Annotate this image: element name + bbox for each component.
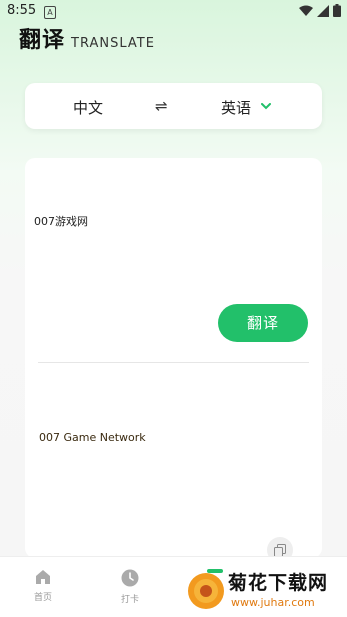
copy-icon [274,543,286,557]
status-bar: 8:55 A [0,0,347,24]
swap-languages-icon[interactable]: ⇌ [155,97,168,115]
home-icon [36,570,50,584]
status-icons [299,4,341,17]
app-header: 翻译 TRANSLATE [19,22,155,54]
source-language-button[interactable]: 中文 [73,97,103,118]
tab-checkin[interactable]: 打卡 [110,569,150,605]
source-text-input[interactable]: 007游戏网 [34,213,88,229]
tab-home[interactable]: 首页 [23,569,63,603]
page-title: 翻译 [19,28,66,53]
tab-checkin-label: 打卡 [120,595,139,605]
tab-home-label: 首页 [33,593,52,603]
translation-result: 007 Game Network [39,431,146,444]
signal-icon [317,4,329,17]
target-language-button[interactable]: 英语 [221,97,251,118]
page-subtitle: TRANSLATE [71,36,155,51]
divider [38,362,309,363]
watermark-name: 菊花下载网 [228,572,329,594]
watermark-url: www.juhar.com [231,596,315,609]
notification-icon: A [44,6,56,19]
translate-button[interactable]: 翻译 [218,304,308,342]
language-selector: 中文 ⇌ 英语 [25,83,322,129]
status-time: 8:55 [7,3,37,18]
clock-icon [121,569,139,587]
battery-icon [333,4,341,17]
wifi-icon [299,5,313,16]
watermark: 菊花下载网 www.juhar.com [186,566,347,616]
flower-logo-icon [188,573,224,609]
chevron-down-icon[interactable] [261,103,271,110]
translate-card: 007游戏网 翻译 007 Game Network [25,158,322,558]
